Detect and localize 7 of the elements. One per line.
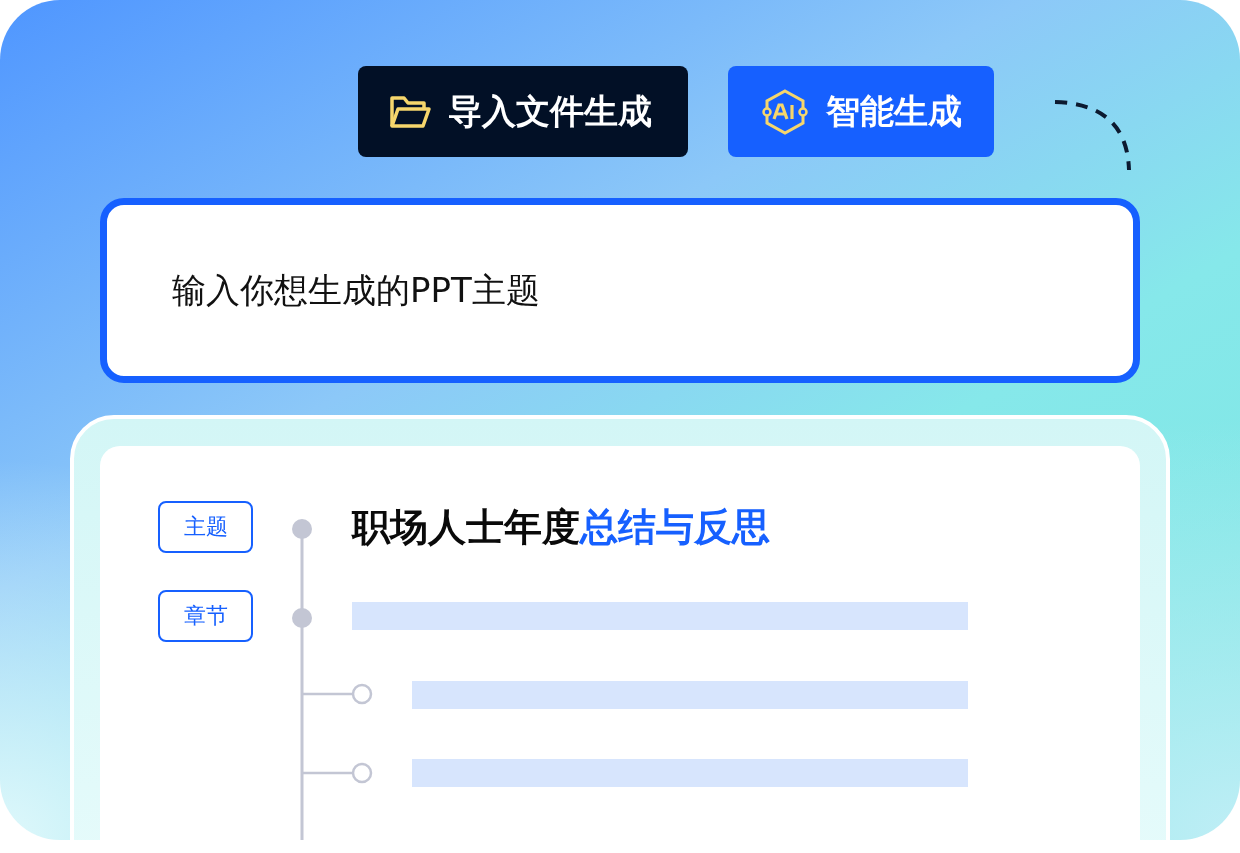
generate-button[interactable]: 智能生成 (728, 66, 994, 157)
presentation-title: 职场人士年度总结与反思 (352, 503, 771, 551)
topic-input-field[interactable]: 输入你想生成的PPT主题 (172, 270, 1072, 311)
generate-button[interactable]: 导入文件生成 (358, 66, 688, 157)
outline-tag: 主题 (158, 501, 253, 553)
outline-tag: 章节 (158, 590, 253, 642)
ai-hexagon-icon (760, 87, 810, 136)
